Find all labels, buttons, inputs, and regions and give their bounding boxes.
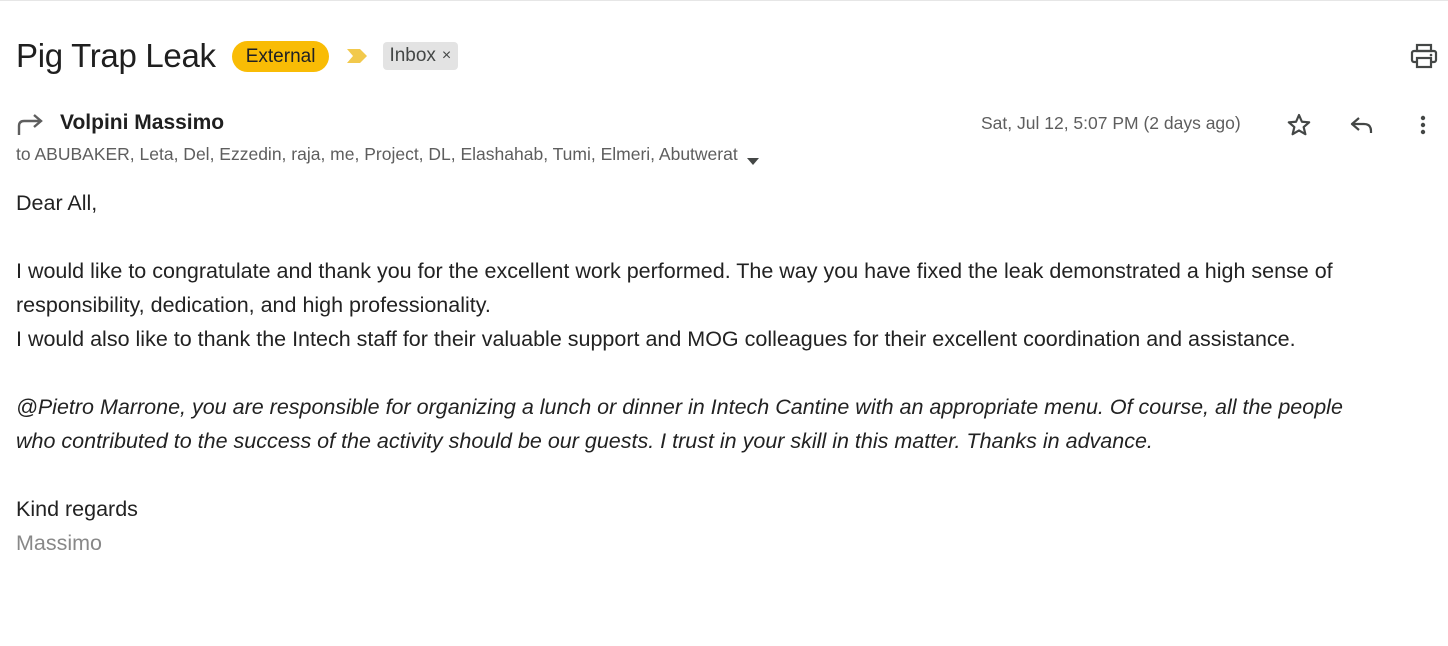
email-subject: Pig Trap Leak [16,37,216,74]
body-text-line: responsibility, dedication, and high pro… [16,293,491,317]
message-date: Sat, Jul 12, 5:07 PM (2 days ago) [981,113,1241,133]
caret-down-icon[interactable] [746,150,760,165]
reply-button[interactable] [1346,109,1378,141]
more-options-button[interactable] [1407,109,1439,141]
body-text-line: I would also like to thank the Intech st… [16,327,1296,351]
subject-row: Pig Trap Leak External Inbox × [16,34,459,78]
top-divider [0,0,1448,1]
star-button[interactable] [1283,109,1315,141]
external-badge: External [231,40,330,72]
recipients-text: to ABUBAKER, Leta, Del, Ezzedin, raja, m… [16,144,738,164]
message-body: Dear All, I would like to congratulate a… [16,186,1441,560]
signature-name: Massimo [16,531,103,555]
more-vert-icon [1420,115,1426,135]
print-icon [1410,43,1438,69]
body-text-line: I would like to congratulate and thank y… [16,259,1333,283]
label-chip-inbox: Inbox × [383,42,459,70]
label-chip-text: Inbox [389,45,436,66]
body-greeting: Dear All, [16,191,98,215]
star-icon [1287,113,1311,136]
print-button[interactable] [1408,40,1440,72]
body-closing: Kind regards [16,497,138,521]
forward-icon [16,112,46,138]
body-italic-line: who contributed to the success of the ac… [16,429,1153,453]
recipients-line: to ABUBAKER, Leta, Del, Ezzedin, raja, m… [16,144,760,165]
sender-name[interactable]: Volpini Massimo [60,111,224,135]
reply-icon [1350,117,1373,133]
importance-marker-icon[interactable] [347,49,368,63]
body-italic-line: @Pietro Marrone, you are responsible for… [16,395,1343,419]
remove-label-button[interactable]: × [442,42,451,70]
